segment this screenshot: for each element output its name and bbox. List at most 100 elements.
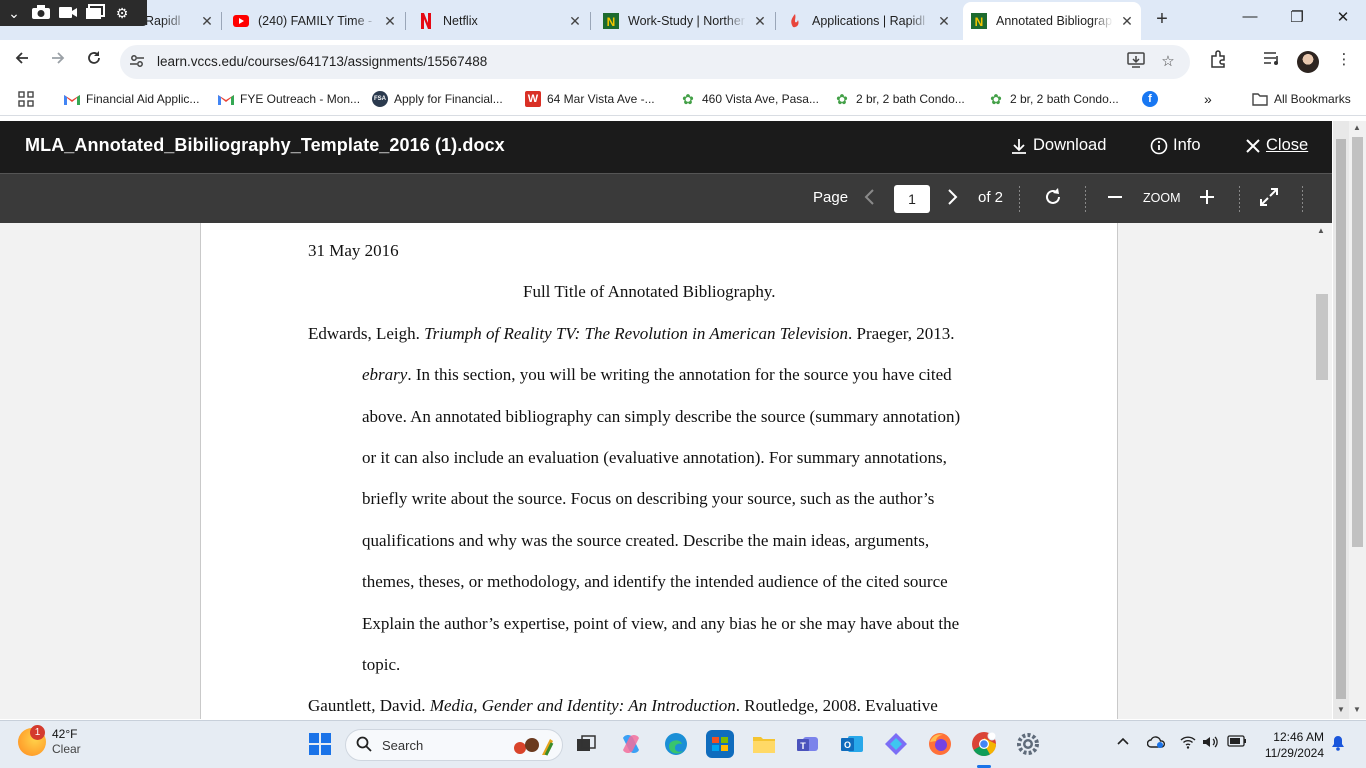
page-number-input[interactable]: 1 bbox=[894, 185, 930, 213]
apps-grid-icon[interactable] bbox=[18, 91, 34, 107]
task-view-icon[interactable] bbox=[572, 730, 600, 758]
bookmark-item[interactable]: ✿ 2 br, 2 bath Condo... bbox=[834, 91, 965, 107]
tab-youtube[interactable]: (240) FAMILY Time - D ✕ bbox=[233, 6, 398, 36]
all-bookmarks-button[interactable]: All Bookmarks bbox=[1252, 91, 1351, 107]
annotation-line: or it can also include an evaluation (ev… bbox=[362, 448, 947, 467]
notification-bell-icon[interactable] bbox=[1331, 735, 1345, 754]
bookmark-label: Apply for Financial... bbox=[394, 92, 503, 106]
redfin-icon: ✿ bbox=[682, 90, 694, 107]
store-icon[interactable] bbox=[706, 730, 734, 758]
edge-icon[interactable] bbox=[662, 730, 690, 758]
tab-rapidly-2[interactable]: Applications | Rapidl ✕ bbox=[787, 6, 952, 36]
download-button[interactable]: Download bbox=[1010, 136, 1106, 155]
download-icon bbox=[1012, 138, 1026, 154]
taskbar-search[interactable]: Search bbox=[345, 729, 563, 761]
outlook-icon[interactable]: O bbox=[838, 730, 866, 758]
firefox-icon[interactable] bbox=[926, 730, 954, 758]
close-viewer-button[interactable]: Close bbox=[1245, 136, 1308, 155]
tab-netflix[interactable]: Netflix ✕ bbox=[418, 6, 583, 36]
chevron-down-icon[interactable]: ⌄ bbox=[4, 5, 24, 22]
url-text[interactable]: learn.vccs.edu/courses/641713/assignment… bbox=[157, 54, 487, 69]
close-icon[interactable]: ✕ bbox=[199, 13, 215, 30]
system-clock[interactable]: 12:46 AM 11/29/2024 bbox=[1254, 729, 1324, 761]
windows-taskbar: 1 42°F Clear Search T O 12:46 AM 11/29/2… bbox=[0, 720, 1366, 768]
chevron-right-icon bbox=[948, 189, 958, 205]
menu-dots-icon[interactable]: ⋮ bbox=[1332, 50, 1356, 74]
volume-icon[interactable] bbox=[1202, 735, 1220, 752]
start-button[interactable] bbox=[306, 730, 334, 758]
video-camera-icon[interactable] bbox=[58, 4, 78, 23]
install-app-icon[interactable] bbox=[1126, 52, 1146, 72]
scrollbar-thumb[interactable] bbox=[1352, 137, 1363, 547]
facebook-bookmark[interactable]: f bbox=[1142, 91, 1164, 107]
scroll-down-icon[interactable]: ▼ bbox=[1353, 705, 1361, 714]
restore-button[interactable]: ❐ bbox=[1282, 8, 1312, 32]
page-scrollbar[interactable]: ▲ ▼ bbox=[1349, 121, 1366, 719]
settings-icon[interactable] bbox=[1014, 730, 1042, 758]
zoom-out-button[interactable] bbox=[1107, 188, 1123, 210]
bookmark-item[interactable]: ✿ 2 br, 2 bath Condo... bbox=[988, 91, 1119, 107]
rotate-button[interactable] bbox=[1042, 186, 1064, 212]
tab-title: Annotated Bibliograp bbox=[996, 14, 1113, 28]
close-icon[interactable]: ✕ bbox=[752, 13, 768, 30]
bookmark-item[interactable]: W 64 Mar Vista Ave -... bbox=[525, 91, 655, 107]
chrome-icon[interactable] bbox=[970, 730, 998, 758]
tab-title: (240) FAMILY Time - D bbox=[258, 14, 376, 28]
bookmark-item[interactable]: Financial Aid Applic... bbox=[64, 91, 199, 107]
minimize-button[interactable]: — bbox=[1235, 8, 1265, 32]
show-hidden-icons-chevron-icon[interactable] bbox=[1116, 735, 1130, 750]
close-icon[interactable]: ✕ bbox=[567, 13, 583, 30]
close-label: Close bbox=[1266, 136, 1309, 154]
tab-annotated-bibliography[interactable]: N Annotated Bibliograp ✕ bbox=[963, 2, 1141, 40]
onedrive-icon[interactable] bbox=[1146, 735, 1166, 752]
bookmark-star-icon[interactable]: ☆ bbox=[1158, 52, 1178, 72]
close-icon[interactable]: ✕ bbox=[936, 13, 952, 30]
wifi-icon[interactable] bbox=[1180, 735, 1196, 752]
fullscreen-button[interactable] bbox=[1259, 187, 1279, 211]
bookmark-item[interactable]: ✿ 460 Vista Ave, Pasa... bbox=[680, 91, 819, 107]
arrow-right-icon bbox=[52, 52, 65, 64]
media-controls-icon[interactable] bbox=[1260, 50, 1284, 74]
copilot-icon[interactable] bbox=[617, 730, 645, 758]
next-page-button[interactable] bbox=[946, 188, 960, 210]
info-button[interactable]: Info bbox=[1150, 136, 1201, 155]
viewer-scrollbar[interactable]: ▼ bbox=[1333, 121, 1349, 719]
teams-icon[interactable]: T bbox=[794, 730, 822, 758]
document-scrollbar[interactable]: ▲ bbox=[1313, 224, 1331, 719]
forward-button[interactable] bbox=[46, 50, 70, 74]
reload-button[interactable] bbox=[82, 50, 106, 74]
battery-icon[interactable] bbox=[1227, 735, 1247, 750]
scroll-up-icon[interactable]: ▲ bbox=[1353, 123, 1361, 132]
window-capture-icon[interactable] bbox=[85, 3, 105, 23]
address-bar[interactable]: learn.vccs.edu/courses/641713/assignment… bbox=[120, 45, 1190, 79]
file-explorer-icon[interactable] bbox=[750, 730, 778, 758]
gear-icon[interactable]: ⚙ bbox=[112, 5, 132, 22]
site-info-icon[interactable] bbox=[128, 53, 146, 71]
extensions-icon[interactable] bbox=[1206, 50, 1230, 74]
bookmark-label: FYE Outreach - Mon... bbox=[240, 92, 361, 106]
more-bookmarks-chevron-icon[interactable]: » bbox=[1204, 91, 1212, 107]
power-automate-icon[interactable] bbox=[882, 730, 910, 758]
previous-page-button[interactable] bbox=[862, 188, 876, 210]
camera-icon[interactable] bbox=[31, 4, 51, 23]
back-button[interactable] bbox=[10, 50, 34, 74]
tab-separator bbox=[405, 12, 406, 30]
annotation-text: . In this section, you will be writing t… bbox=[407, 365, 952, 384]
tab-work-study[interactable]: N Work-Study | Norther ✕ bbox=[603, 6, 768, 36]
windows-icon bbox=[309, 733, 331, 755]
close-icon[interactable]: ✕ bbox=[1119, 13, 1135, 30]
close-icon[interactable]: ✕ bbox=[382, 13, 398, 30]
profile-avatar[interactable] bbox=[1297, 51, 1319, 73]
new-tab-button[interactable]: + bbox=[1150, 8, 1174, 32]
scroll-down-icon[interactable]: ▼ bbox=[1337, 705, 1345, 714]
close-window-button[interactable]: ✕ bbox=[1328, 8, 1358, 32]
zoom-in-button[interactable] bbox=[1199, 188, 1215, 210]
scrollbar-thumb[interactable] bbox=[1316, 294, 1328, 380]
bookmark-item[interactable]: FYE Outreach - Mon... bbox=[218, 91, 360, 107]
bookmark-item[interactable]: FSA Apply for Financial... bbox=[372, 91, 503, 107]
scrollbar-thumb[interactable] bbox=[1336, 139, 1346, 699]
n-green-icon: N bbox=[971, 13, 987, 29]
scroll-up-icon[interactable]: ▲ bbox=[1317, 226, 1325, 235]
weather-widget[interactable]: 1 42°F Clear bbox=[18, 725, 81, 757]
citation-work: Media, Gender and Identity: An Introduct… bbox=[429, 696, 736, 715]
